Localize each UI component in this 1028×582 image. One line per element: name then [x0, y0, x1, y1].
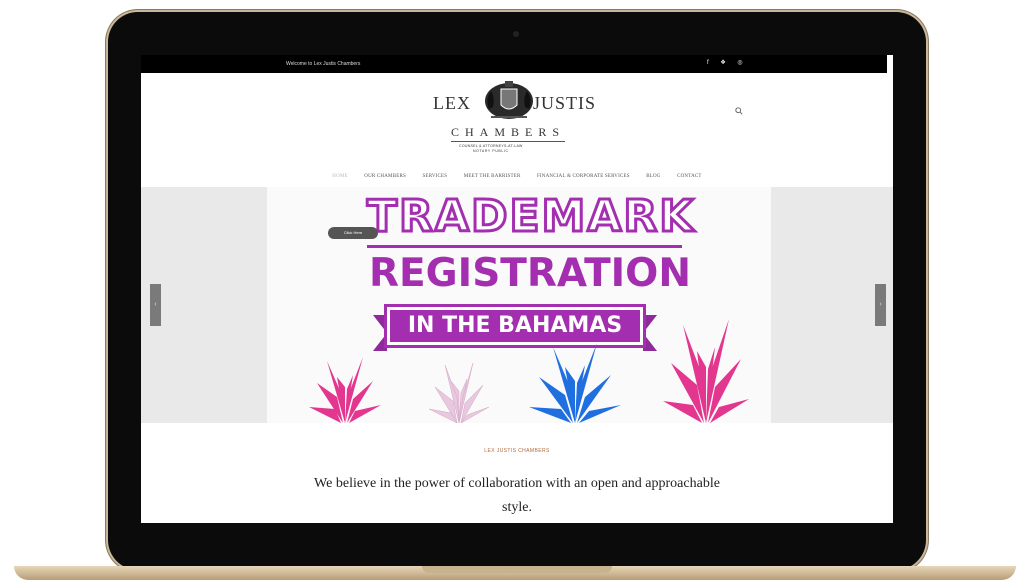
nav-our-chambers[interactable]: OUR CHAMBERS [364, 174, 406, 179]
top-bar: Welcome to Lex Justis Chambers f ❖ ◎ [141, 55, 893, 73]
slider-next-button[interactable]: › [875, 284, 886, 326]
nav-meet-the-barrister[interactable]: MEET THE BARRISTER [464, 174, 521, 179]
tagline-text: We believe in the power of collaboration… [314, 476, 720, 515]
social-icons[interactable]: f ❖ ◎ [707, 59, 748, 66]
topbar-edge [887, 55, 893, 73]
logo-justis: JUSTIS [533, 93, 597, 113]
pineapple-blue-icon [529, 343, 621, 423]
hero-slider: ‹ › TRADEMARK Click Here REGISTRATION IN… [141, 187, 893, 423]
logo-subtitle: COUNSEL & ATTORNEYS-AT-LAW [459, 144, 523, 148]
ribbon-tail-right [643, 315, 657, 351]
crest-icon [485, 81, 533, 119]
hero-title-registration: REGISTRATION [369, 251, 691, 296]
search-icon[interactable] [735, 107, 745, 117]
laptop-notch [422, 566, 612, 573]
ribbon-tail-left [373, 315, 387, 351]
pineapple-pink-right-icon [663, 319, 749, 423]
website-screen: Welcome to Lex Justis Chambers f ❖ ◎ LEX… [141, 55, 893, 523]
pineapple-pink-left-icon [309, 357, 381, 423]
hero-divider [367, 245, 682, 248]
pineapple-light-icon [428, 362, 490, 423]
hero-title-trademark: TRADEMARK [365, 190, 696, 244]
main-nav: HOME OUR CHAMBERS SERVICES MEET THE BARR… [141, 164, 893, 179]
nav-financial-corporate[interactable]: FINANCIAL & CORPORATE SERVICES [537, 174, 630, 179]
nav-blog[interactable]: BLOG [646, 174, 660, 179]
nav-services[interactable]: SERVICES [422, 174, 447, 179]
logo-chambers: CHAMBERS [451, 125, 566, 142]
slider-prev-button[interactable]: ‹ [150, 284, 161, 326]
site-logo[interactable]: LEX JUSTIS CHAMBERS COUNSEL & ATTORNEYS-… [421, 79, 611, 157]
logo-notary: NOTARY PUBLIC [473, 149, 509, 153]
nav-contact[interactable]: CONTACT [677, 174, 702, 179]
logo-lex: LEX [433, 93, 471, 113]
welcome-text: Welcome to Lex Justis Chambers [286, 61, 361, 67]
nav-home[interactable]: HOME [332, 174, 348, 179]
section-kicker: LEX JUSTIS CHAMBERS [484, 448, 550, 454]
click-here-button[interactable]: Click Here [328, 227, 378, 239]
camera-dot [513, 31, 519, 37]
